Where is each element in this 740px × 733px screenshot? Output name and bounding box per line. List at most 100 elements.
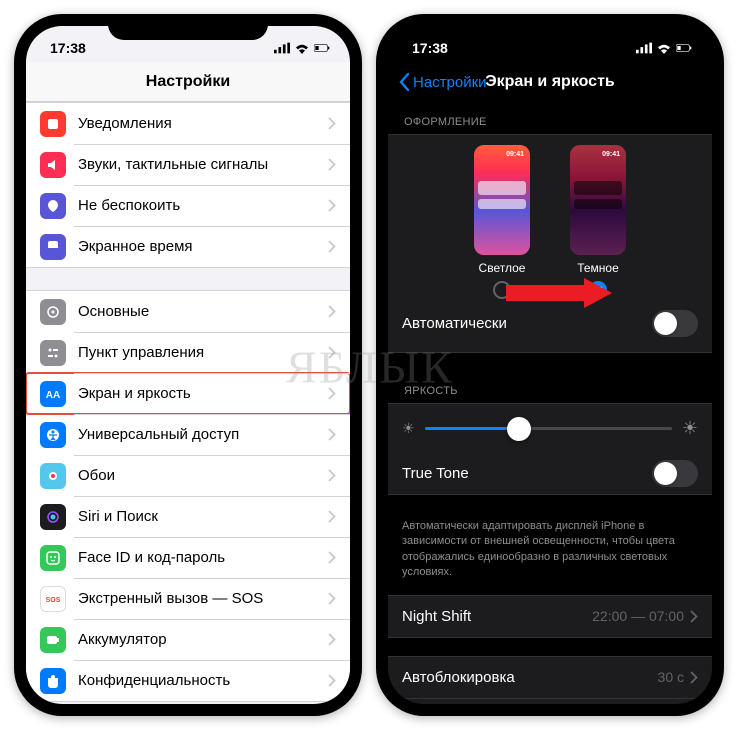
chevron-right-icon (328, 469, 336, 482)
svg-text:AA: AA (46, 390, 60, 401)
row-label: Обои (78, 467, 115, 484)
settings-screen: 17:38 Настройки УведомленияЗвуки, тактил… (26, 26, 350, 704)
truetone-toggle[interactable] (652, 460, 698, 487)
row-label: Аккумулятор (78, 631, 167, 648)
chevron-right-icon (328, 305, 336, 318)
row-label: Основные (78, 303, 149, 320)
settings-row-siri[interactable]: Siri и Поиск (26, 496, 350, 537)
phone-left: 17:38 Настройки УведомленияЗвуки, тактил… (14, 14, 362, 716)
chevron-right-icon (328, 240, 336, 253)
wifi-icon (294, 42, 310, 54)
nightshift-value: 22:00 — 07:00 (592, 608, 684, 624)
chevron-right-icon (690, 610, 698, 623)
row-label: Face ID и код-пароль (78, 549, 225, 566)
settings-row-privacy[interactable]: Конфиденциальность (26, 660, 350, 701)
dark-radio[interactable] (589, 281, 607, 299)
automatic-toggle[interactable] (652, 310, 698, 337)
autolock-row[interactable]: Автоблокировка 30 с (388, 657, 712, 698)
appearance-light[interactable]: 09:41 Светлое (474, 145, 530, 299)
disclosure (328, 117, 336, 130)
row-label: Экран и яркость (78, 385, 191, 402)
settings-row-sos[interactable]: SOS Экстренный вызов — SOS (26, 578, 350, 619)
raise-to-wake-row[interactable]: Поднятие для активации (388, 698, 712, 704)
battery-icon (314, 42, 330, 54)
wifi-icon (656, 42, 672, 54)
chevron-right-icon (328, 158, 336, 171)
back-button[interactable]: Настройки (398, 73, 487, 91)
sounds-icon (40, 152, 66, 178)
disclosure (328, 305, 336, 318)
light-radio[interactable] (493, 281, 511, 299)
dnd-icon (40, 193, 66, 219)
brightness-slider-row[interactable]: ☀ ☀ (388, 404, 712, 453)
display-settings-content[interactable]: ОФОРМЛЕНИЕ 09:41 Светлое 09:41 (388, 102, 712, 704)
settings-row-general[interactable]: Основные (26, 291, 350, 332)
general-icon (40, 299, 66, 325)
wallpaper-icon (40, 463, 66, 489)
row-label: Экстренный вызов — SOS (78, 590, 263, 607)
notifications-icon (40, 111, 66, 137)
row-label: Универсальный доступ (78, 426, 239, 443)
automatic-row[interactable]: Автоматически (388, 303, 712, 344)
chevron-right-icon (690, 671, 698, 684)
chevron-right-icon (328, 346, 336, 359)
check-icon (593, 285, 603, 295)
chevron-right-icon (328, 592, 336, 605)
status-time: 17:38 (50, 40, 86, 56)
automatic-label: Автоматически (402, 315, 507, 332)
faceid-icon (40, 545, 66, 571)
thumb-time: 09:41 (602, 151, 620, 158)
battery-icon (676, 42, 692, 54)
display-brightness-screen: 17:38 Настройки Экран и яркость ОФОРМЛЕН… (388, 26, 712, 704)
settings-row-display[interactable]: AA Экран и яркость (26, 373, 350, 414)
privacy-icon (40, 668, 66, 694)
nav-bar: Настройки Экран и яркость (388, 62, 712, 102)
page-title: Экран и яркость (485, 73, 615, 91)
row-label: Не беспокоить (78, 197, 180, 214)
settings-row-access[interactable]: Универсальный доступ (26, 414, 350, 455)
truetone-row[interactable]: True Tone (388, 453, 712, 494)
settings-row-wallpaper[interactable]: Обои (26, 455, 350, 496)
disclosure (328, 551, 336, 564)
settings-row-notifications[interactable]: Уведомления (26, 103, 350, 144)
appearance-dark[interactable]: 09:41 Темное (570, 145, 626, 299)
sun-large-icon: ☀ (682, 418, 698, 439)
chevron-right-icon (328, 633, 336, 646)
phone-right: 17:38 Настройки Экран и яркость ОФОРМЛЕН… (376, 14, 724, 716)
settings-row-screentime[interactable]: Экранное время (26, 226, 350, 267)
thumb-time: 09:41 (506, 151, 524, 158)
notch (108, 14, 268, 40)
disclosure (328, 199, 336, 212)
svg-text:SOS: SOS (46, 597, 61, 604)
brightness-header: ЯРКОСТЬ (388, 371, 712, 403)
settings-row-faceid[interactable]: Face ID и код-пароль (26, 537, 350, 578)
chevron-right-icon (328, 199, 336, 212)
chevron-left-icon (398, 73, 410, 91)
settings-row-dnd[interactable]: Не беспокоить (26, 185, 350, 226)
light-preview-thumb: 09:41 (474, 145, 530, 255)
chevron-right-icon (328, 551, 336, 564)
chevron-right-icon (328, 674, 336, 687)
row-label: Уведомления (78, 115, 172, 132)
appearance-previews: 09:41 Светлое 09:41 Темное (388, 135, 712, 303)
status-time: 17:38 (412, 40, 448, 56)
brightness-slider[interactable] (425, 427, 672, 430)
settings-list[interactable]: Уведомления Звуки, тактильные сигналы Не б… (26, 102, 350, 704)
screentime-icon (40, 234, 66, 260)
disclosure (328, 592, 336, 605)
light-label: Светлое (479, 261, 526, 275)
settings-row-battery[interactable]: Аккумулятор (26, 619, 350, 660)
settings-row-sounds[interactable]: Звуки, тактильные сигналы (26, 144, 350, 185)
row-label: Экранное время (78, 238, 193, 255)
nightshift-row[interactable]: Night Shift 22:00 — 07:00 (388, 596, 712, 637)
disclosure (328, 428, 336, 441)
disclosure (328, 510, 336, 523)
settings-row-control[interactable]: Пункт управления (26, 332, 350, 373)
chevron-right-icon (328, 387, 336, 400)
signal-icon (274, 42, 290, 54)
disclosure (328, 387, 336, 400)
autolock-value: 30 с (658, 669, 684, 685)
chevron-right-icon (328, 428, 336, 441)
sun-small-icon: ☀ (402, 420, 415, 437)
disclosure (328, 240, 336, 253)
